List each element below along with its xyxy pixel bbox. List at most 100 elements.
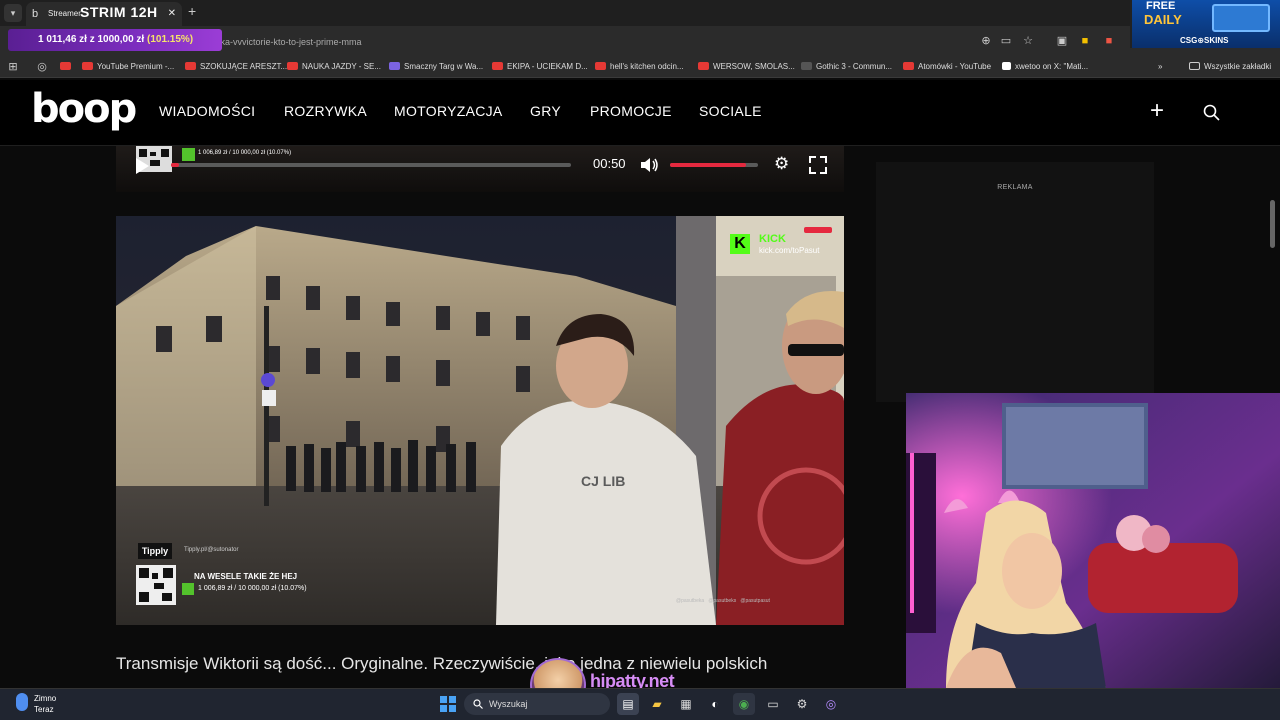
bookmark-wersow[interactable]: WERSOW, SMOLAS... — [698, 59, 795, 75]
live-badge — [804, 227, 832, 233]
article-paragraph: Transmisje Wiktorii są dość... Oryginaln… — [116, 654, 768, 673]
kick-url: kick.com/toPasut — [759, 246, 820, 255]
social-handle: @pasutbeks — [708, 598, 737, 604]
search-placeholder: Wyszukaj — [489, 699, 528, 709]
store-icon[interactable]: ▦ — [675, 693, 697, 715]
nav-sociale[interactable]: SOCIALE — [699, 103, 762, 119]
bookmark-xwetoo[interactable]: xwetoo on X: "Mati... — [1002, 59, 1088, 75]
bookmark-hells-kitchen[interactable]: hell's kitchen odcin... — [595, 59, 684, 75]
tab-close-icon[interactable]: ✕ — [168, 2, 176, 26]
new-tab-button[interactable]: + — [188, 3, 196, 19]
bookmark-ekipa[interactable]: EKIPA - UCIEKAM D... — [492, 59, 588, 75]
weather-sub: Teraz — [34, 705, 54, 714]
chrome-taskbar-icon[interactable]: ◉ — [733, 693, 755, 715]
fullscreen-icon[interactable] — [809, 156, 827, 174]
nav-wiadomosci[interactable]: WIADOMOŚCI — [159, 103, 255, 119]
obs-icon[interactable]: ◎ — [820, 693, 842, 715]
seek-bar-fill — [171, 163, 179, 167]
youtube-icon — [185, 62, 196, 70]
weather-label: Zimno — [34, 694, 57, 703]
weather-widget[interactable]: Zimno Teraz — [34, 693, 56, 715]
social-handle: @pasutpasut — [740, 598, 770, 604]
embedded-stream-video[interactable]: CJ LIB K KICK kick.com/toPasut Tipply Ti… — [116, 216, 844, 625]
volume-slider-fill — [670, 163, 746, 167]
tipply-url: Tipply.pl/@sutonator — [184, 547, 239, 553]
donation-progress: 1 006,89 zł / 10 000,00 zł (10.07%) — [198, 585, 307, 592]
youtube-icon — [903, 62, 914, 70]
nav-gry[interactable]: GRY — [530, 103, 561, 119]
bookmark-label: Atomówki - YouTube — [918, 62, 992, 71]
bookmark-label: hell's kitchen odcin... — [610, 62, 684, 71]
webcam-scene-image — [906, 393, 1280, 688]
site-logo[interactable]: boop — [31, 86, 137, 132]
nav-promocje[interactable]: PROMOCJE — [590, 103, 672, 119]
bookmark-nauka-jazdy[interactable]: NAUKA JAZDY - SE... — [287, 59, 381, 75]
extension-red-icon[interactable]: ■ — [1101, 33, 1117, 49]
youtube-icon — [492, 62, 503, 70]
bookmark-star-icon[interactable]: ☆ — [1020, 33, 1036, 49]
player-donation-progress: 1 006,89 zł / 10 000,00 zł (10.07%) — [198, 150, 292, 156]
video-player-controls: 1 006,89 zł / 10 000,00 zł (10.07%) 00:5… — [116, 146, 844, 192]
page-scrollbar[interactable] — [1270, 200, 1275, 248]
bookmark-youtube-premium[interactable]: YouTube Premium -... — [82, 59, 174, 75]
add-icon[interactable]: + — [1150, 99, 1164, 123]
volume-icon[interactable] — [640, 157, 660, 173]
bookmark-atomowki[interactable]: Atomówki - YouTube — [903, 59, 991, 75]
donation-current: 1 011,46 zł — [38, 34, 87, 45]
zoom-icon[interactable]: ⊕ — [978, 33, 994, 49]
bookmarks-overflow-icon[interactable]: » — [1158, 59, 1162, 75]
bookmark-smaczny-targ[interactable]: Smaczny Targ w Wa... — [389, 59, 483, 75]
apps-grid-icon[interactable]: ⊞ — [5, 59, 21, 75]
site-icon — [801, 62, 812, 70]
x-icon — [1002, 62, 1011, 70]
taskbar-search[interactable]: Wyszukaj — [464, 693, 610, 715]
bookmark-label: YouTube Premium -... — [97, 62, 175, 71]
playback-time: 00:50 — [593, 156, 626, 171]
settings-gear-icon[interactable]: ⚙ — [774, 155, 789, 173]
all-bookmarks[interactable]: Wszystkie zakładki — [1189, 59, 1271, 75]
sidebar-ad[interactable] — [876, 162, 1154, 402]
windows-start-icon[interactable] — [440, 696, 456, 712]
street-scene-image: CJ LIB — [116, 216, 844, 625]
url-field[interactable]: amerka-vvvictorie-kto-to-jest-prime-mma — [200, 32, 1040, 52]
streamer-webcam-overlay — [906, 393, 1280, 688]
bookmark-label: NAUKA JAZDY - SE... — [302, 62, 381, 71]
settings-taskbar-icon[interactable]: ⚙ — [791, 693, 813, 715]
extension-icon[interactable]: ▣ — [1054, 33, 1070, 49]
tab-title: Streamer — [48, 9, 81, 18]
donation-message: NA WESELE TAKIE ŻE HEJ — [194, 572, 298, 581]
bookmark-szokujace[interactable]: SZOKUJĄCE ARESZT... — [185, 59, 287, 75]
search-icon[interactable] — [1203, 104, 1220, 121]
site-favicon-icon: b — [32, 8, 39, 20]
bookmark-youtube-1[interactable] — [60, 59, 75, 75]
donation-goal: 1000,00 zł — [97, 34, 145, 45]
seek-bar[interactable] — [171, 163, 571, 167]
terminal-icon[interactable]: ▭ — [762, 693, 784, 715]
sidebar-ad-label: REKLAMA — [997, 184, 1033, 191]
play-icon[interactable] — [134, 156, 150, 176]
chrome-bookmark-icon[interactable]: ◎ — [34, 59, 50, 75]
ad-free-text: FREE — [1146, 0, 1176, 12]
ad-daily-text: DAILY — [1144, 12, 1182, 27]
bookmark-label: Gothic 3 - Commun... — [816, 62, 893, 71]
bookmark-label: xwetoo on X: "Mati... — [1015, 62, 1089, 71]
kick-logo-icon: K — [730, 234, 750, 254]
windows-taskbar — [0, 688, 1280, 720]
app-icon[interactable]: ◐ — [704, 693, 726, 715]
nav-motoryzacja[interactable]: MOTORYZACJA — [394, 103, 503, 119]
hoodie-print: CJ LIB — [581, 473, 625, 489]
bookmark-gothic[interactable]: Gothic 3 - Commun... — [801, 59, 892, 75]
ad-brand-text: CSG⊕SKINS — [1180, 36, 1229, 45]
tab-list-button[interactable]: ▾ — [4, 4, 22, 22]
youtube-icon — [82, 62, 93, 70]
task-view-icon[interactable]: ▤ — [617, 693, 639, 715]
youtube-icon — [698, 62, 709, 70]
csgo-skins-ad[interactable]: FREE DAILY CSG⊕SKINS — [1130, 0, 1280, 48]
stream-overlay-title: STRIM 12H — [80, 4, 158, 20]
file-explorer-icon[interactable]: ▰ — [646, 693, 668, 715]
cast-icon[interactable]: ▭ — [998, 33, 1014, 49]
extension-l-icon[interactable]: ■ — [1077, 33, 1093, 49]
site-icon — [389, 62, 400, 70]
nav-rozrywka[interactable]: ROZRYWKA — [284, 103, 367, 119]
ad-chest-icon — [1212, 4, 1270, 32]
